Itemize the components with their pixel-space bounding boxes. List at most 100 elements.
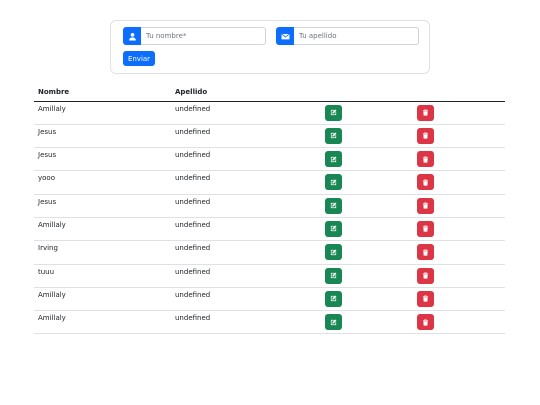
edit-button[interactable] <box>325 290 342 307</box>
user-icon <box>123 27 141 45</box>
edit-icon <box>330 179 337 186</box>
cell-nombre: Amillaly <box>34 101 171 125</box>
last-name-input[interactable] <box>294 27 419 45</box>
cell-edit <box>321 240 413 265</box>
header-nombre: Nombre <box>34 84 171 102</box>
delete-button[interactable] <box>417 220 434 237</box>
cell-nombre: Amillaly <box>34 310 171 335</box>
cell-apellido: undefined <box>171 101 321 125</box>
trash-icon <box>422 319 429 326</box>
trash-icon <box>422 109 429 116</box>
edit-button[interactable] <box>325 267 342 284</box>
edit-button[interactable] <box>325 244 342 261</box>
edit-icon <box>330 132 337 139</box>
cell-edit <box>321 194 413 218</box>
edit-button[interactable] <box>325 314 342 331</box>
edit-icon <box>330 249 337 256</box>
cell-apellido: undefined <box>171 287 321 312</box>
cell-apellido: undefined <box>171 310 321 335</box>
edit-button[interactable] <box>325 127 342 144</box>
delete-button[interactable] <box>417 197 434 214</box>
trash-icon <box>422 295 429 302</box>
submit-button[interactable]: Enviar <box>123 51 155 66</box>
cell-nombre: Jesus <box>34 194 171 218</box>
cell-nombre: Irving <box>34 240 171 265</box>
table-row: Jesus undefined <box>34 194 505 218</box>
cell-apellido: undefined <box>171 124 321 149</box>
cell-nombre: Amillaly <box>34 217 171 242</box>
cell-nombre: Jesus <box>34 124 171 149</box>
cell-edit <box>321 147 413 172</box>
cell-delete <box>413 147 505 172</box>
first-name-group <box>123 27 266 45</box>
table-row: Irving undefined <box>34 240 505 265</box>
delete-button[interactable] <box>417 314 434 331</box>
cell-edit <box>321 310 413 335</box>
cell-edit <box>321 217 413 242</box>
delete-button[interactable] <box>417 174 434 191</box>
trash-icon <box>422 179 429 186</box>
cell-apellido: undefined <box>171 240 321 265</box>
cell-delete <box>413 310 505 335</box>
table-row: Jesus undefined <box>34 124 505 149</box>
delete-button[interactable] <box>417 244 434 261</box>
edit-button[interactable] <box>325 197 342 214</box>
trash-icon <box>422 202 429 209</box>
edit-button[interactable] <box>325 151 342 168</box>
cell-nombre: Amillaly <box>34 287 171 312</box>
envelope-icon <box>276 27 294 45</box>
trash-icon <box>422 156 429 163</box>
edit-icon <box>330 272 337 279</box>
edit-icon <box>330 109 337 116</box>
cell-nombre: tuuu <box>34 264 171 288</box>
cell-apellido: undefined <box>171 170 321 195</box>
cell-delete <box>413 240 505 265</box>
table-row: tuuu undefined <box>34 264 505 288</box>
edit-icon <box>330 225 337 232</box>
table-row: Amillaly undefined <box>34 310 505 335</box>
table-header-row: Nombre Apellido <box>34 84 505 102</box>
delete-button[interactable] <box>417 267 434 284</box>
edit-button[interactable] <box>325 174 342 191</box>
cell-delete <box>413 217 505 242</box>
edit-icon <box>330 156 337 163</box>
first-name-input[interactable] <box>141 27 266 45</box>
cell-delete <box>413 287 505 312</box>
cell-nombre: yooo <box>34 170 171 195</box>
table-body: Amillaly undefined Jesus undefined Jesus unde… <box>34 101 505 335</box>
delete-button[interactable] <box>417 151 434 168</box>
edit-icon <box>330 202 337 209</box>
cell-delete <box>413 194 505 218</box>
edit-icon <box>330 319 337 326</box>
delete-button[interactable] <box>417 127 434 144</box>
cell-edit <box>321 101 413 125</box>
trash-icon <box>422 249 429 256</box>
users-table: Nombre Apellido Amillaly undefined Jesus un… <box>34 84 505 335</box>
cell-nombre: Jesus <box>34 147 171 172</box>
cell-edit <box>321 124 413 149</box>
cell-apellido: undefined <box>171 147 321 172</box>
edit-icon <box>330 295 337 302</box>
trash-icon <box>422 132 429 139</box>
trash-icon <box>422 225 429 233</box>
delete-button[interactable] <box>417 104 434 121</box>
table-row: Amillaly undefined <box>34 287 505 312</box>
cell-delete <box>413 170 505 195</box>
last-name-group <box>276 27 419 45</box>
header-delete <box>413 84 505 102</box>
cell-apellido: undefined <box>171 194 321 218</box>
header-edit <box>321 84 413 102</box>
edit-button[interactable] <box>325 220 342 237</box>
cell-delete <box>413 124 505 149</box>
cell-edit <box>321 170 413 195</box>
cell-edit <box>321 287 413 312</box>
table-row: Amillaly undefined <box>34 101 505 125</box>
cell-apellido: undefined <box>171 264 321 288</box>
cell-delete <box>413 101 505 125</box>
table-row: Jesus undefined <box>34 147 505 172</box>
cell-delete <box>413 264 505 288</box>
user-form: Enviar <box>110 20 430 74</box>
edit-button[interactable] <box>325 104 342 121</box>
delete-button[interactable] <box>417 290 434 307</box>
cell-edit <box>321 264 413 288</box>
